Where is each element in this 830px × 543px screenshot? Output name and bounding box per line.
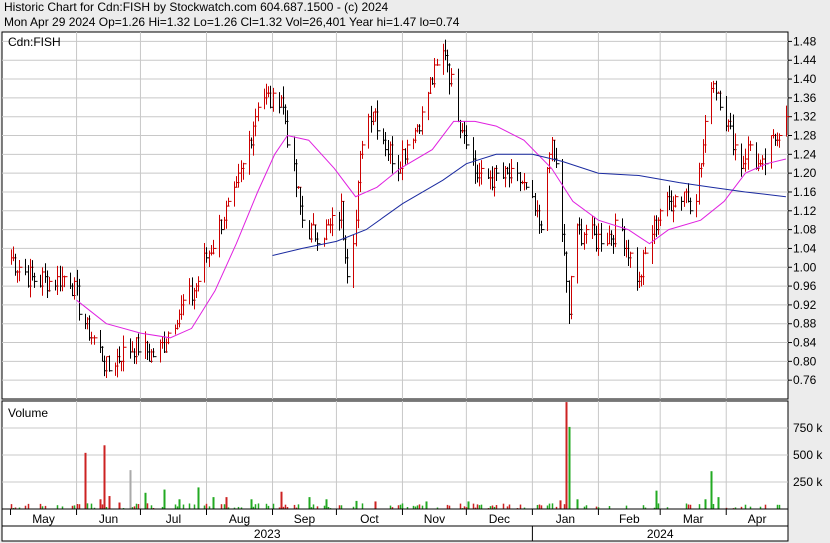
month-label: Jan	[556, 512, 575, 526]
price-tick-label: 0.76	[793, 373, 817, 387]
volume-axis: 250 k 500 k 750 k	[793, 421, 823, 489]
price-tick-label: 1.24	[793, 147, 817, 161]
year-label: 2024	[647, 527, 674, 541]
price-tick-label: 0.92	[793, 298, 817, 312]
price-volume-chart: 1.48 1.44 1.40 1.36 1.32 1.28 1.24 1.20 1.16 1.12…	[1, 31, 823, 542]
price-tick-label: 0.80	[793, 354, 817, 368]
price-tick-label: 1.20	[793, 166, 817, 180]
price-tick-label: 1.00	[793, 260, 817, 274]
month-label: May	[32, 512, 55, 526]
month-label: Apr	[748, 512, 767, 526]
price-tick-label: 1.08	[793, 223, 817, 237]
volume-tick-label: 750 k	[793, 421, 823, 435]
month-label: Nov	[424, 512, 445, 526]
price-tick-label: 1.36	[793, 91, 817, 105]
price-tick-label: 1.16	[793, 185, 817, 199]
price-axis: 1.48 1.44 1.40 1.36 1.32 1.28 1.24 1.20 1.16 1.12…	[788, 34, 817, 387]
month-label: Mar	[683, 512, 704, 526]
price-panel-label: Cdn:FISH	[8, 35, 61, 49]
month-label: Dec	[489, 512, 510, 526]
price-tick-label: 1.40	[793, 72, 817, 86]
price-tick-label: 1.32	[793, 110, 817, 124]
month-label: Oct	[360, 512, 379, 526]
month-label: Feb	[619, 512, 640, 526]
date-axis: May Jun Jul Aug Sep Oct Nov Dec Jan Feb Mar Apr 2023…	[1, 508, 789, 542]
volume-tick-label: 500 k	[793, 448, 823, 462]
price-tick-label: 1.48	[793, 34, 817, 48]
month-label: Aug	[229, 512, 250, 526]
price-tick-label: 1.12	[793, 204, 817, 218]
volume-panel-label: Volume	[8, 406, 48, 420]
price-tick-label: 0.84	[793, 336, 817, 350]
year-label: 2023	[254, 527, 281, 541]
chart-window: Historic Chart for Cdn:FISH by Stockwatc…	[0, 0, 830, 543]
volume-tick-label: 250 k	[793, 475, 823, 489]
price-panel	[1, 31, 789, 400]
price-tick-label: 0.96	[793, 279, 817, 293]
month-label: Sep	[294, 512, 316, 526]
month-label: Jul	[166, 512, 181, 526]
price-tick-label: 1.04	[793, 241, 817, 255]
price-tick-label: 1.28	[793, 129, 817, 143]
price-tick-label: 0.88	[793, 317, 817, 331]
month-label: Jun	[99, 512, 118, 526]
price-tick-label: 1.44	[793, 53, 817, 67]
month-axis-band	[1, 508, 789, 527]
